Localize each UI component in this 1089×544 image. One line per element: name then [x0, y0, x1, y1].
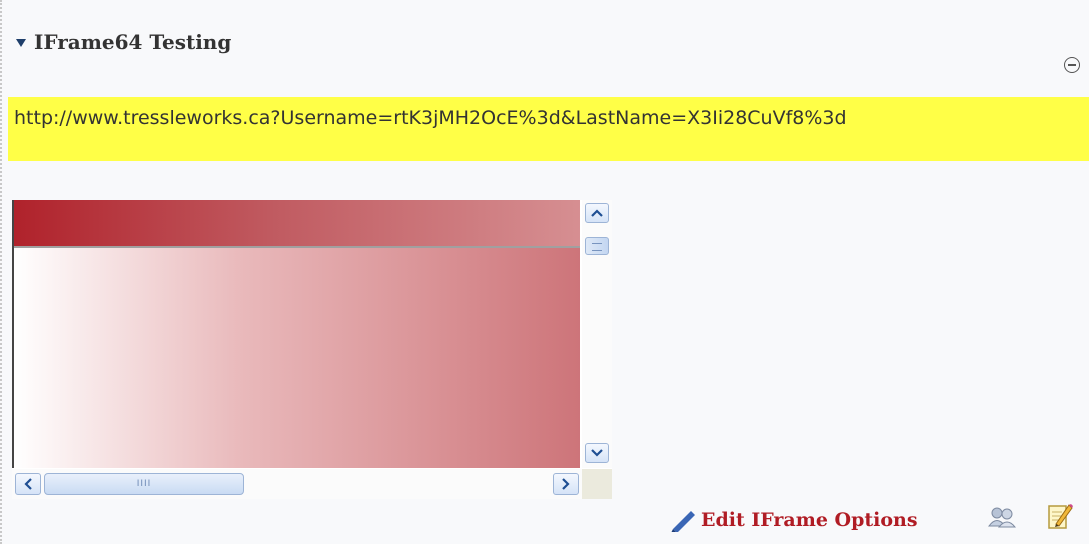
- horizontal-scrollbar[interactable]: IIII: [12, 469, 582, 499]
- webpart-footer: Edit IFrame Options: [669, 508, 918, 532]
- iframe-header-band: [14, 200, 580, 246]
- scroll-right-button[interactable]: [553, 473, 579, 495]
- collapse-icon[interactable]: [1064, 57, 1080, 73]
- iframe-content: [12, 200, 580, 468]
- webpart-header[interactable]: IFrame64 Testing: [16, 30, 231, 54]
- webpart-title: IFrame64 Testing: [34, 30, 232, 54]
- iframe-body: [14, 248, 580, 468]
- horizontal-scroll-thumb[interactable]: IIII: [44, 473, 244, 495]
- scroll-up-button[interactable]: [585, 203, 609, 223]
- scroll-left-button[interactable]: [15, 473, 41, 495]
- vertical-scroll-thumb[interactable]: [585, 237, 609, 255]
- url-text: http://www.tressleworks.ca?Username=rtK3…: [8, 97, 1089, 161]
- pencil-icon: [669, 508, 699, 532]
- chevron-right-icon: [562, 478, 570, 490]
- edit-iframe-options-label: Edit IFrame Options: [701, 509, 918, 531]
- expand-triangle-icon[interactable]: [16, 38, 26, 47]
- iframe-container[interactable]: IIII: [12, 200, 612, 499]
- edit-iframe-options-link[interactable]: Edit IFrame Options: [669, 508, 918, 532]
- chevron-left-icon: [24, 478, 32, 490]
- chevron-up-icon: [591, 209, 603, 217]
- edit-note-icon[interactable]: [1046, 502, 1074, 532]
- chevron-down-icon: [591, 449, 603, 457]
- scroll-down-button[interactable]: [585, 443, 609, 463]
- scrollbar-corner: [582, 469, 612, 499]
- people-icon[interactable]: [987, 505, 1017, 529]
- webpart-page: IFrame64 Testing http://www.tressleworks…: [0, 0, 1089, 544]
- vertical-scrollbar[interactable]: [582, 200, 612, 468]
